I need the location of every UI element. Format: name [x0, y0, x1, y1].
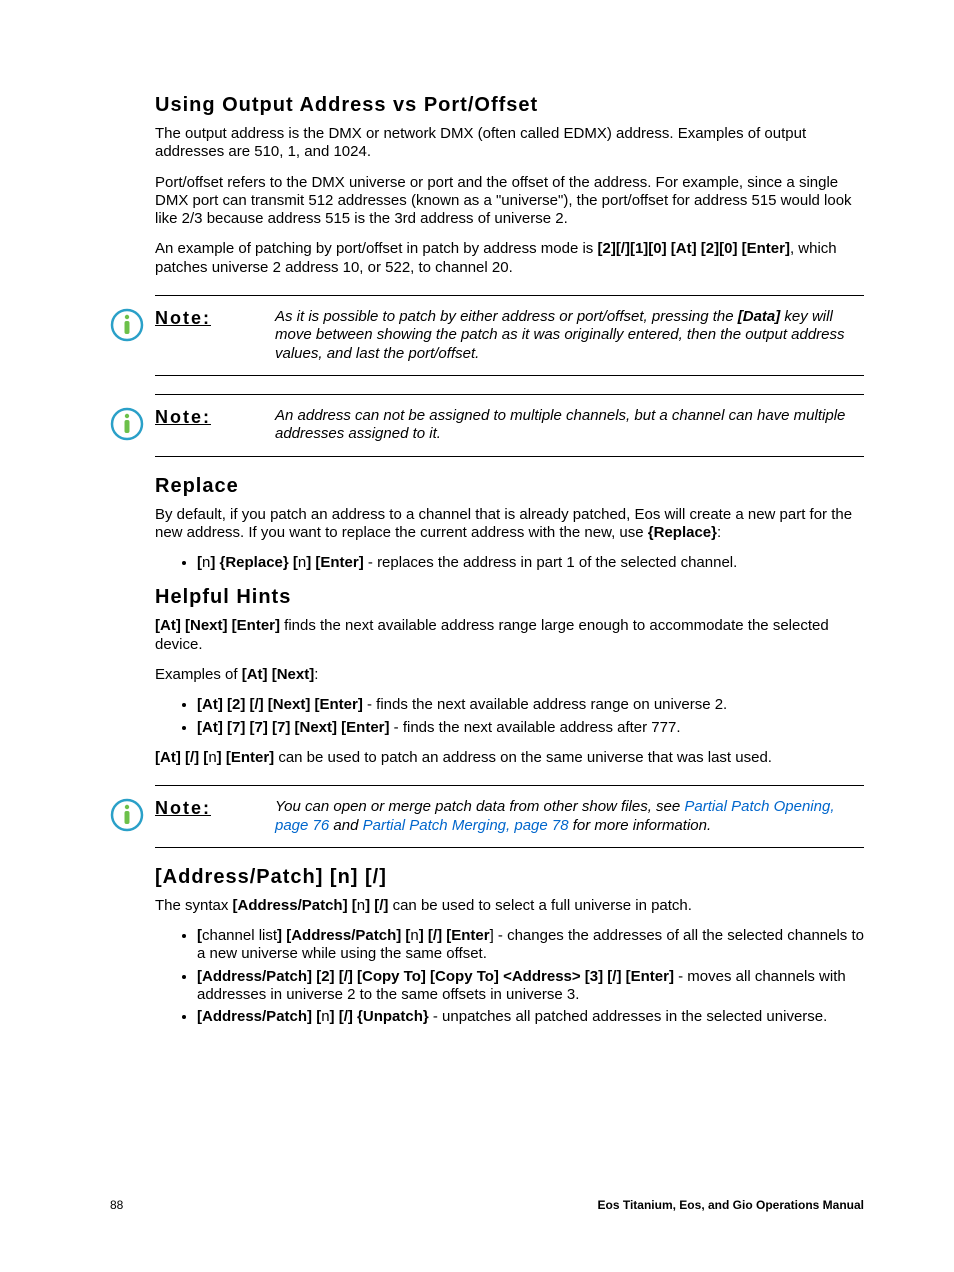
paragraph: [At] [Next] [Enter] finds the next avail… — [155, 617, 864, 654]
note-label: Note: — [155, 798, 275, 819]
note-block: Note: An address can not be assigned to … — [110, 394, 864, 457]
list-item: [channel list] [Address/Patch] [n] [/] [… — [197, 927, 864, 964]
paragraph: Examples of [At] [Next]: — [155, 666, 864, 684]
info-icon — [110, 308, 144, 342]
heading-output-address: Using Output Address vs Port/Offset — [155, 94, 864, 117]
list-item: [At] [7] [7] [7] [Next] [Enter] - finds … — [197, 719, 864, 737]
list-item: [Address/Patch] [2] [/] [Copy To] [Copy … — [197, 968, 864, 1005]
paragraph: The output address is the DMX or network… — [155, 125, 864, 162]
heading-address-patch: [Address/Patch] [n] [/] — [155, 866, 864, 889]
page-number: 88 — [110, 1198, 123, 1212]
paragraph: An example of patching by port/offset in… — [155, 240, 864, 277]
heading-replace: Replace — [155, 475, 864, 498]
info-icon — [110, 407, 144, 441]
heading-helpful-hints: Helpful Hints — [155, 586, 864, 609]
list-item: [n] {Replace} [n] [Enter] - replaces the… — [197, 554, 864, 572]
list-item: [Address/Patch] [n] [/] {Unpatch} - unpa… — [197, 1008, 864, 1026]
note-label: Note: — [155, 407, 275, 428]
paragraph: By default, if you patch an address to a… — [155, 506, 864, 543]
note-block: Note: You can open or merge patch data f… — [110, 785, 864, 848]
note-body: An address can not be assigned to multip… — [275, 407, 864, 444]
paragraph: Port/offset refers to the DMX universe o… — [155, 174, 864, 229]
paragraph: [At] [/] [n] [Enter] can be used to patc… — [155, 749, 864, 767]
note-label: Note: — [155, 308, 275, 329]
list-item: [At] [2] [/] [Next] [Enter] - finds the … — [197, 696, 864, 714]
link-partial-patch-merging[interactable]: Partial Patch Merging, page 78 — [363, 817, 569, 834]
note-body: You can open or merge patch data from ot… — [275, 798, 864, 835]
paragraph: The syntax [Address/Patch] [n] [/] can b… — [155, 897, 864, 915]
info-icon — [110, 798, 144, 832]
note-body: As it is possible to patch by either add… — [275, 308, 864, 363]
note-block: Note: As it is possible to patch by eith… — [110, 295, 864, 376]
page-footer: 88 Eos Titanium, Eos, and Gio Operations… — [110, 1198, 864, 1212]
page: Using Output Address vs Port/Offset The … — [0, 0, 954, 1272]
manual-title: Eos Titanium, Eos, and Gio Operations Ma… — [598, 1198, 864, 1212]
